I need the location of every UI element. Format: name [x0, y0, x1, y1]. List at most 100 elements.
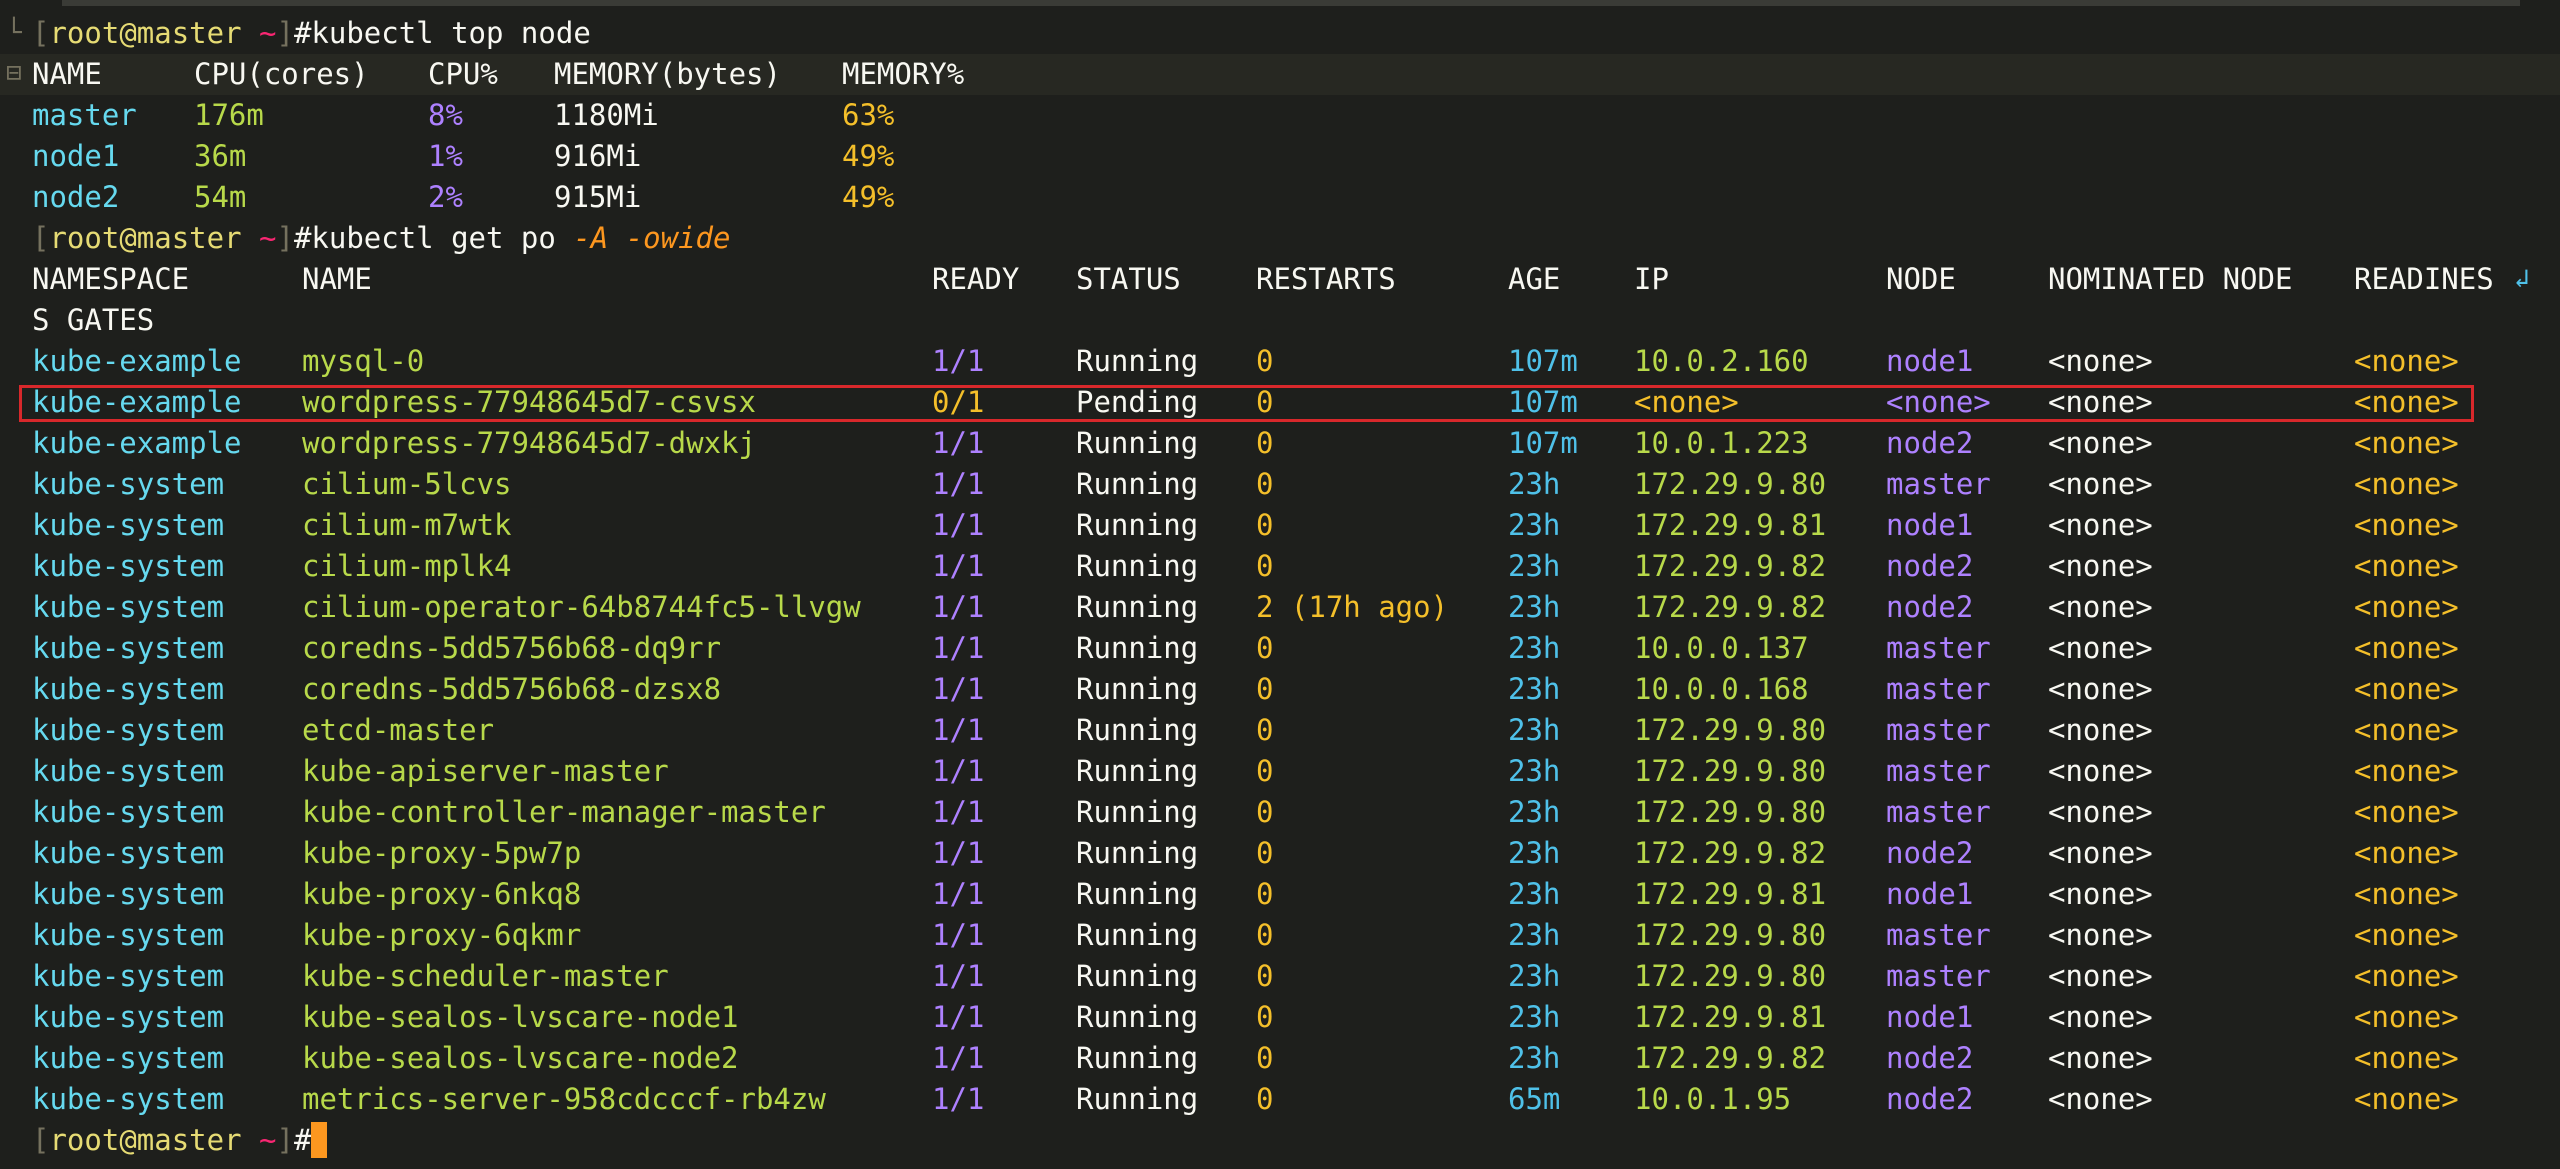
- pod-row[interactable]: kube-system kube-apiserver-master 1/1 Runni…: [0, 751, 2560, 792]
- table-cell: 54m: [194, 180, 247, 214]
- table-cell: 0: [1256, 1000, 1274, 1034]
- table-cell: etcd-master: [302, 713, 495, 747]
- table-cell: 10.0.1.95: [1634, 1082, 1792, 1116]
- fold-minus-icon[interactable]: ⊟: [6, 53, 22, 94]
- table-cell: master: [32, 98, 137, 132]
- prompt-line: [root@master ~]#: [0, 1120, 2560, 1161]
- table-cell: node1: [1886, 1000, 1974, 1034]
- table-cell: 1/1: [932, 1000, 985, 1034]
- wrap-arrow-icon: ↲: [2514, 264, 2530, 294]
- table-cell: 36m: [194, 139, 247, 173]
- pod-row[interactable]: kube-system coredns-5dd5756b68-dzsx8 1/1 Ru…: [0, 669, 2560, 710]
- pod-row[interactable]: kube-example mysql-0 1/1 Running 0 107m 10.0.2…: [0, 341, 2560, 382]
- column-header: MEMORY(bytes): [554, 57, 781, 91]
- table-cell: mysql-0: [302, 344, 425, 378]
- table-cell: 0: [1256, 672, 1274, 706]
- tree-corner-icon: └: [6, 18, 22, 48]
- table-cell: 23h: [1508, 549, 1561, 583]
- column-header: NODE: [1886, 262, 1956, 296]
- table-cell: kube-scheduler-master: [302, 959, 669, 993]
- table-cell: 0: [1256, 467, 1274, 501]
- table-cell: <none>: [2048, 836, 2153, 870]
- pod-row[interactable]: kube-system cilium-operator-64b8744fc5-ll…: [0, 587, 2560, 628]
- table-cell: <none>: [2354, 877, 2459, 911]
- table-cell: 0: [1256, 1082, 1274, 1116]
- table-cell: 0: [1256, 754, 1274, 788]
- pod-row[interactable]: kube-system cilium-5lcvs 1/1 Running 0 23h 172…: [0, 464, 2560, 505]
- table-cell: 1/1: [932, 672, 985, 706]
- table-cell: wordpress-77948645d7-dwxkj: [302, 426, 756, 460]
- pod-row[interactable]: kube-system cilium-mplk4 1/1 Running 0 23h 172…: [0, 546, 2560, 587]
- horizontal-scrollbar[interactable]: [62, 0, 2520, 6]
- pod-row[interactable]: kube-system coredns-5dd5756b68-dq9rr 1/1 Ru…: [0, 628, 2560, 669]
- table-cell: node1: [32, 139, 120, 173]
- pod-row[interactable]: kube-example wordpress-77948645d7-csvsx 0/…: [0, 382, 2560, 423]
- table-cell: 2%: [428, 180, 463, 214]
- pod-row[interactable]: kube-system kube-proxy-6nkq8 1/1 Running 0 23…: [0, 874, 2560, 915]
- table-cell: kube-proxy-6nkq8: [302, 877, 582, 911]
- column-header: NAME: [302, 262, 372, 296]
- table-cell: kube-sealos-lvscare-node2: [302, 1041, 739, 1075]
- table-cell: <none>: [2354, 795, 2459, 829]
- table-cell: 176m: [194, 98, 264, 132]
- terminal-window[interactable]: └ [root@master ~]#kubectl top node ⊟ NAME CP…: [0, 0, 2560, 1169]
- table-cell: kube-system: [32, 1041, 225, 1075]
- table-cell: 23h: [1508, 877, 1561, 911]
- table-cell: 172.29.9.81: [1634, 877, 1827, 911]
- column-header: NAMESPACE: [32, 262, 190, 296]
- pod-row[interactable]: kube-system kube-controller-manager-maste…: [0, 792, 2560, 833]
- table-cell: 0: [1256, 385, 1274, 419]
- pod-row[interactable]: kube-system kube-sealos-lvscare-node2 1/1 R…: [0, 1038, 2560, 1079]
- table-cell: Running: [1076, 508, 1199, 542]
- table-cell: 23h: [1508, 508, 1561, 542]
- table-cell: Running: [1076, 795, 1199, 829]
- table-cell: <none>: [2048, 590, 2153, 624]
- table-cell: <none>: [2048, 467, 2153, 501]
- table-cell: Running: [1076, 426, 1199, 460]
- table-cell: 1/1: [932, 549, 985, 583]
- table-cell: <none>: [2048, 631, 2153, 665]
- table-cell: <none>: [2354, 508, 2459, 542]
- column-header: NOMINATED NODE: [2048, 262, 2293, 296]
- pod-row[interactable]: kube-system metrics-server-958cdcccf-rb4z…: [0, 1079, 2560, 1120]
- shell-prompt: [root@master ~]#: [32, 1120, 328, 1161]
- table-cell: 107m: [1508, 385, 1578, 419]
- table-cell: <none>: [2354, 959, 2459, 993]
- table-cell: 23h: [1508, 959, 1561, 993]
- pod-row[interactable]: kube-system kube-sealos-lvscare-node1 1/1 R…: [0, 997, 2560, 1038]
- table-cell: kube-system: [32, 549, 225, 583]
- table-cell: Running: [1076, 713, 1199, 747]
- table-cell: kube-system: [32, 1000, 225, 1034]
- table-cell: Running: [1076, 672, 1199, 706]
- column-header: STATUS: [1076, 262, 1181, 296]
- table-cell: 23h: [1508, 918, 1561, 952]
- table-cell: 0: [1256, 426, 1274, 460]
- table-cell: 0: [1256, 918, 1274, 952]
- pod-row[interactable]: kube-example wordpress-77948645d7-dwxkj 1/…: [0, 423, 2560, 464]
- prompt-cwd: ~: [259, 1123, 277, 1157]
- table-cell: 0: [1256, 836, 1274, 870]
- pod-row[interactable]: kube-system kube-scheduler-master 1/1 Runni…: [0, 956, 2560, 997]
- table-cell: 1/1: [932, 713, 985, 747]
- prompt-at-sign: @: [119, 221, 137, 255]
- text-cursor[interactable]: [311, 1122, 328, 1158]
- table-cell: Running: [1076, 1000, 1199, 1034]
- table-cell: Running: [1076, 1082, 1199, 1116]
- table-cell: master: [1886, 631, 1991, 665]
- table-cell: 1180Mi: [554, 98, 659, 132]
- table-cell: 1/1: [932, 877, 985, 911]
- pod-row[interactable]: kube-system etcd-master 1/1 Running 0 23h 172.…: [0, 710, 2560, 751]
- table-cell: kube-system: [32, 672, 225, 706]
- prompt-cwd: ~: [259, 16, 277, 50]
- pod-row[interactable]: kube-system kube-proxy-6qkmr 1/1 Running 0 23…: [0, 915, 2560, 956]
- table-cell: 23h: [1508, 631, 1561, 665]
- table-cell: 23h: [1508, 1041, 1561, 1075]
- table-cell: <none>: [2048, 795, 2153, 829]
- pod-row[interactable]: kube-system cilium-m7wtk 1/1 Running 0 23h 172…: [0, 505, 2560, 546]
- table-cell: 0: [1256, 549, 1274, 583]
- table-cell: <none>: [1886, 385, 1991, 419]
- table-cell: 1/1: [932, 467, 985, 501]
- pod-row[interactable]: kube-system kube-proxy-5pw7p 1/1 Running 0 23…: [0, 833, 2560, 874]
